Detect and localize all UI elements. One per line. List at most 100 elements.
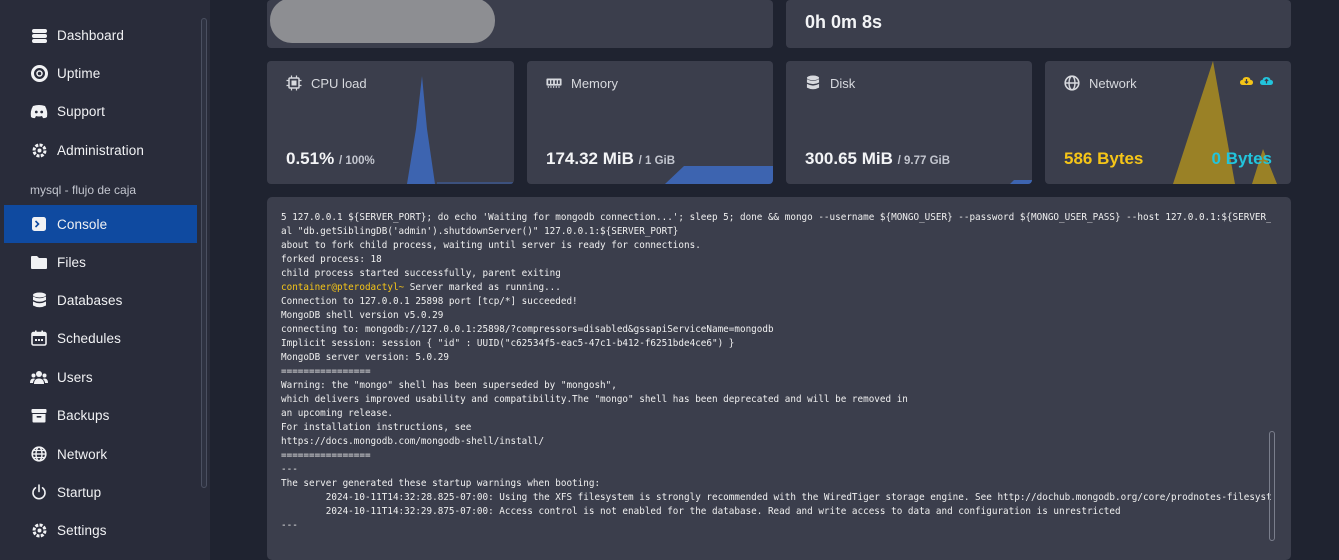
console-line-text: Implicit session: session { "id" : UUID(… [281, 338, 735, 349]
sidebar-item-label: Network [57, 446, 108, 462]
cpu-stat-card: CPU load 0.51% / 100% [267, 61, 514, 184]
sidebar-item-label: Startup [57, 484, 102, 500]
network-outbound-value: 0 Bytes [1211, 149, 1272, 168]
console-line: Warning: the "mongo" shell has been supe… [281, 379, 1271, 393]
cpu-max: / 100% [338, 155, 375, 167]
console-line-text: Connection to 127.0.0.1 25898 port [tcp/… [281, 296, 578, 307]
sidebar-item-label: Databases [57, 292, 123, 308]
console-line-text: child process started successfully, pare… [281, 268, 561, 279]
console-line: For installation instructions, see [281, 421, 1271, 435]
console-line: about to fork child process, waiting unt… [281, 239, 1271, 253]
sidebar-item-schedules[interactable]: Schedules [4, 319, 197, 357]
console-line: which delivers improved usability and co… [281, 393, 1271, 407]
console-scrollbar[interactable] [1269, 431, 1275, 541]
cpu-chip-icon [286, 75, 302, 91]
disk-usage: 300.65 MiB [805, 149, 893, 168]
console-line: 5 127.0.0.1 ${SERVER_PORT}; do echo 'Wai… [281, 211, 1271, 225]
console-line-text: MongoDB shell version v5.0.29 [281, 310, 444, 321]
console-line: ================ [281, 449, 1271, 463]
sidebar-item-label: Backups [57, 407, 110, 423]
sidebar-item-label: Administration [57, 142, 144, 158]
memory-icon [546, 75, 562, 91]
disk-label: Disk [830, 75, 856, 91]
sidebar-item-support[interactable]: Support [4, 92, 197, 130]
users-icon [30, 368, 48, 386]
cpu-usage: 0.51% [286, 149, 335, 168]
sidebar-scrollbar[interactable] [201, 18, 207, 488]
console-line-text: connecting to: mongodb://127.0.0.1:25898… [281, 324, 774, 335]
console-line-text: --- [281, 464, 298, 475]
console-line-text: forked process: 18 [281, 254, 382, 265]
folder-icon [30, 253, 48, 271]
console-line-text: Warning: the "mongo" shell has been supe… [281, 380, 617, 391]
console-line: al "db.getSiblingDB('admin').shutdownSer… [281, 225, 1271, 239]
disk-stat-card: Disk 300.65 MiB / 9.77 GiB [786, 61, 1032, 184]
console-line: connecting to: mongodb://127.0.0.1:25898… [281, 323, 1271, 337]
console-lines: 5 127.0.0.1 ${SERVER_PORT}; do echo 'Wai… [281, 211, 1271, 533]
sidebar-item-backups[interactable]: Backups [4, 396, 197, 434]
console-line: Implicit session: session { "id" : UUID(… [281, 337, 1271, 351]
sidebar-item-console[interactable]: Console [4, 205, 197, 243]
sidebar-item-label: Dashboard [57, 27, 124, 43]
uptime-card: 0h 0m 8s [786, 0, 1291, 48]
console-line: Connection to 127.0.0.1 25898 port [tcp/… [281, 295, 1271, 309]
sidebar-item-dashboard[interactable]: Dashboard [4, 16, 197, 54]
console-line: child process started successfully, pare… [281, 267, 1271, 281]
console-output[interactable]: 5 127.0.0.1 ${SERVER_PORT}; do echo 'Wai… [267, 197, 1291, 560]
terminal-icon [30, 215, 48, 233]
redacted-address-pill [270, 0, 495, 43]
sidebar-item-users[interactable]: Users [4, 358, 197, 396]
console-line-text: al "db.getSiblingDB('admin').shutdownSer… [281, 226, 679, 237]
server-section-title: mysql - flujo de caja [30, 183, 137, 197]
sidebar-item-databases[interactable]: Databases [4, 281, 197, 319]
server-address-card [267, 0, 773, 48]
console-line-text: Server marked as running... [404, 282, 561, 293]
console-line-text: which delivers improved usability and co… [281, 394, 908, 405]
sidebar-item-administration[interactable]: Administration [4, 131, 197, 169]
cloud-download-icon [1240, 73, 1253, 91]
sidebar-item-label: Users [57, 369, 93, 385]
discord-icon [30, 102, 48, 120]
console-line: an upcoming release. [281, 407, 1271, 421]
sidebar-item-label: Support [57, 103, 105, 119]
console-line: ================ [281, 365, 1271, 379]
console-line-text: ================ [281, 366, 371, 377]
console-line-text: MongoDB server version: 5.0.29 [281, 352, 449, 363]
sidebar-item-settings[interactable]: Settings [4, 511, 197, 549]
console-prompt: container@pterodactyl~ [281, 282, 405, 293]
memory-label: Memory [571, 75, 618, 91]
console-line-text: --- [281, 520, 298, 531]
sidebar-item-label: Uptime [57, 65, 101, 81]
cpu-label: CPU load [311, 75, 367, 91]
network-stat-card: Network 586 Bytes 0 Bytes [1045, 61, 1291, 184]
layers-icon [30, 26, 48, 44]
console-line: The server generated these startup warni… [281, 477, 1271, 491]
power-icon [30, 483, 48, 501]
sidebar-nav: Dashboard Uptime Support Administration … [4, 0, 197, 560]
memory-header: Memory [546, 75, 618, 91]
cloud-upload-icon [1260, 73, 1273, 91]
sidebar-item-uptime[interactable]: Uptime [4, 54, 197, 92]
console-line-text: 5 127.0.0.1 ${SERVER_PORT}; do echo 'Wai… [281, 212, 1271, 223]
archive-icon [30, 406, 48, 424]
sidebar-item-startup[interactable]: Startup [4, 473, 197, 511]
calendar-icon [30, 329, 48, 347]
console-line: https://docs.mongodb.com/mongodb-shell/i… [281, 435, 1271, 449]
sidebar-item-files[interactable]: Files [4, 243, 197, 281]
database-icon [30, 291, 48, 309]
globe-icon [1064, 75, 1080, 91]
console-line: 2024-10-11T14:32:28.825-07:00: Using the… [281, 491, 1271, 505]
console-line: --- [281, 463, 1271, 477]
globe-icon [30, 445, 48, 463]
memory-usage: 174.32 MiB [546, 149, 634, 168]
uptime-value: 0h 0m 8s [805, 12, 883, 32]
memory-value: 174.32 MiB / 1 GiB [546, 149, 675, 169]
console-line-text: 2024-10-11T14:32:28.825-07:00: Using the… [281, 492, 1271, 503]
network-legend [1240, 73, 1273, 91]
console-line: 2024-10-11T14:32:29.875-07:00: Access co… [281, 505, 1271, 519]
sidebar-item-network[interactable]: Network [4, 435, 197, 473]
gear-icon [30, 521, 48, 539]
console-line-text: an upcoming release. [281, 408, 393, 419]
network-header: Network [1064, 75, 1137, 91]
lifebuoy-icon [30, 64, 48, 82]
